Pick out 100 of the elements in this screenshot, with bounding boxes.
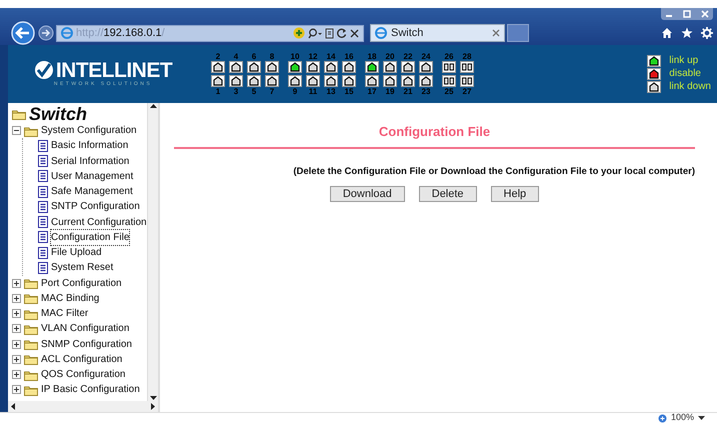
port-number: 14 bbox=[326, 52, 336, 61]
expand-icon[interactable] bbox=[12, 370, 21, 380]
tree-item[interactable]: System Configuration bbox=[41, 123, 137, 138]
port-number: 4 bbox=[234, 52, 238, 61]
scroll-left-icon[interactable] bbox=[10, 403, 15, 410]
folder-icon bbox=[24, 368, 38, 381]
horizontal-scrollbar[interactable] bbox=[8, 401, 158, 412]
dropdown-caret-icon[interactable] bbox=[698, 416, 705, 420]
compatibility-icon[interactable] bbox=[293, 27, 305, 39]
logo-text: INTELLINET bbox=[56, 60, 172, 81]
expand-icon[interactable] bbox=[12, 354, 21, 364]
browser-tab[interactable]: Switch bbox=[370, 24, 505, 42]
tree-item[interactable]: System Reset bbox=[51, 260, 114, 276]
scroll-right-icon[interactable] bbox=[151, 403, 156, 410]
port-number: 18 bbox=[368, 52, 376, 61]
document-icon bbox=[37, 170, 48, 182]
expand-icon[interactable] bbox=[12, 278, 21, 288]
legend-label: link up bbox=[669, 55, 698, 67]
tree-item[interactable]: Safe Management bbox=[51, 184, 133, 200]
legend-label: link down bbox=[669, 81, 711, 93]
close-icon[interactable] bbox=[350, 28, 359, 38]
expand-icon[interactable] bbox=[12, 294, 21, 303]
tree-item[interactable]: Serial Information bbox=[51, 154, 130, 169]
tree-item[interactable]: Current Configuration bbox=[51, 214, 147, 230]
tree-item[interactable]: MAC Binding bbox=[41, 290, 100, 306]
refresh-icon[interactable] bbox=[337, 28, 347, 38]
back-button[interactable] bbox=[10, 21, 36, 45]
action-button[interactable]: Delete bbox=[418, 186, 477, 202]
folder-icon bbox=[24, 308, 38, 320]
tree-item[interactable]: Basic Information bbox=[51, 138, 128, 154]
folder-icon bbox=[24, 338, 38, 350]
tree-item[interactable]: IP Basic Configuration bbox=[41, 382, 140, 398]
settings-icon[interactable] bbox=[701, 27, 713, 39]
document-icon bbox=[37, 186, 48, 198]
tree-root-label: Switch bbox=[29, 105, 88, 123]
home-icon[interactable] bbox=[661, 27, 673, 39]
legend-port-icon bbox=[647, 68, 662, 80]
page-title: Configuration File bbox=[174, 122, 695, 148]
tree-item[interactable]: MAC Filter bbox=[41, 306, 88, 322]
close-icon[interactable] bbox=[492, 29, 500, 37]
port-number: 8 bbox=[270, 52, 274, 61]
port-number: 26 bbox=[444, 52, 454, 61]
expand-icon[interactable] bbox=[12, 309, 21, 318]
collapse-icon[interactable] bbox=[12, 126, 21, 136]
port-number: 17 bbox=[368, 87, 376, 96]
tree-item[interactable]: Configuration File bbox=[51, 230, 130, 245]
port-number: 27 bbox=[462, 87, 472, 96]
document-icon bbox=[37, 200, 48, 213]
tree-item[interactable]: QOS Configuration bbox=[41, 367, 126, 382]
browser-logo-icon bbox=[375, 27, 387, 39]
port-number: 21 bbox=[404, 87, 412, 96]
document-icon bbox=[37, 246, 48, 259]
maximize-icon[interactable] bbox=[683, 10, 691, 18]
expand-icon[interactable] bbox=[12, 340, 21, 349]
forward-button[interactable] bbox=[38, 25, 54, 41]
document-icon bbox=[37, 231, 48, 244]
port-number: 7 bbox=[270, 87, 274, 96]
tree-item[interactable]: User Management bbox=[51, 168, 134, 184]
port-number: 15 bbox=[344, 87, 354, 96]
tree-item[interactable]: ACL Configuration bbox=[41, 352, 122, 367]
port-number: 10 bbox=[290, 52, 300, 61]
expand-icon[interactable] bbox=[12, 324, 21, 334]
port-number: 24 bbox=[422, 52, 430, 61]
page-icon[interactable] bbox=[325, 28, 334, 38]
tree-item[interactable]: File Upload bbox=[51, 245, 102, 260]
check-circle-icon bbox=[34, 60, 54, 80]
folder-icon bbox=[24, 277, 38, 290]
port-number: 2 bbox=[216, 52, 220, 61]
document-icon bbox=[37, 262, 48, 274]
browser-logo-icon bbox=[61, 27, 73, 39]
expand-icon[interactable] bbox=[12, 385, 21, 394]
vertical-scrollbar[interactable] bbox=[147, 103, 158, 401]
zoom-level[interactable]: 100% bbox=[670, 411, 694, 423]
tree-item[interactable]: Port Configuration bbox=[41, 276, 122, 291]
port-number: 25 bbox=[444, 87, 454, 96]
document-icon bbox=[37, 155, 48, 168]
port-number: 13 bbox=[326, 87, 336, 96]
tree-item[interactable]: VLAN Configuration bbox=[41, 321, 130, 336]
port-number: 16 bbox=[344, 52, 354, 61]
legend-label: disable bbox=[669, 68, 701, 80]
action-button[interactable]: Download bbox=[330, 186, 405, 202]
folder-icon bbox=[24, 124, 38, 137]
tree-item[interactable]: SNTP Configuration bbox=[51, 199, 140, 214]
action-button[interactable]: Help bbox=[490, 186, 540, 202]
tree-item[interactable]: SNMP Configuration bbox=[41, 336, 132, 352]
folder-icon bbox=[24, 292, 38, 304]
folder-icon bbox=[24, 384, 38, 396]
port-number: 5 bbox=[252, 87, 256, 96]
folder-icon bbox=[24, 322, 38, 335]
port-number: 22 bbox=[404, 52, 412, 61]
port-number: 1 bbox=[216, 87, 220, 96]
zoom-icon bbox=[658, 414, 667, 422]
port-number: 11 bbox=[308, 87, 318, 96]
port-number: 6 bbox=[252, 52, 256, 61]
port-number: 19 bbox=[386, 87, 394, 96]
legend-port-icon bbox=[647, 55, 662, 67]
star-icon[interactable] bbox=[681, 27, 693, 39]
port-number: 28 bbox=[462, 52, 472, 61]
folder-icon bbox=[12, 108, 26, 120]
search-icon[interactable] bbox=[308, 28, 322, 38]
